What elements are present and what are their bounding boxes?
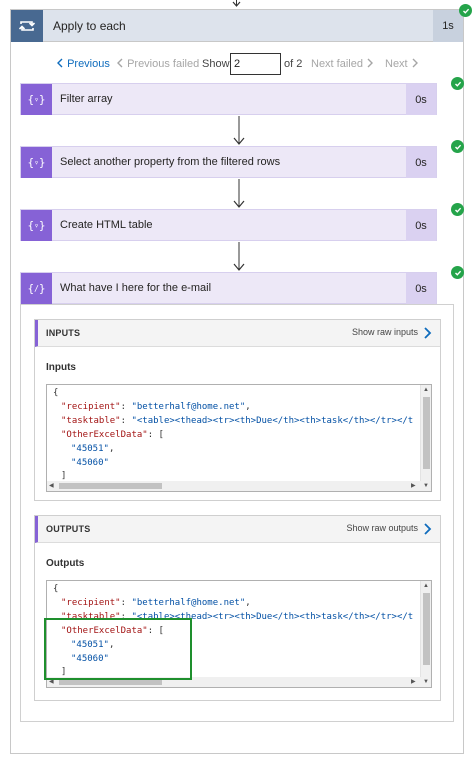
action-title: Filter array [60, 93, 113, 105]
action-duration: 0s [406, 210, 436, 241]
action-title: Create HTML table [60, 219, 153, 231]
action-duration: 0s [406, 147, 436, 178]
highlight-annotation-box [44, 618, 192, 680]
chevron-right-icon [367, 58, 374, 68]
outputs-label: Outputs [46, 558, 85, 569]
chevron-left-icon [57, 58, 63, 68]
action-create-html-table[interactable]: {▿} Create HTML table 0s [20, 209, 437, 241]
outputs-header-label: OUTPUTS [46, 524, 91, 534]
inputs-header: INPUTS Show raw inputs [35, 320, 440, 347]
vertical-scrollbar[interactable]: ▲ ▼ [420, 385, 431, 491]
chevron-left-icon [117, 58, 123, 68]
success-check-icon [451, 140, 464, 153]
apply-to-each-title: Apply to each [53, 19, 126, 33]
horizontal-scrollbar[interactable]: ◀ ▶ [47, 481, 421, 491]
scroll-right-icon[interactable]: ▶ [411, 483, 416, 489]
connector-arrow-icon [233, 242, 245, 271]
loop-icon [11, 10, 43, 42]
inputs-section: INPUTS Show raw inputs Inputs { "recipie… [34, 319, 441, 501]
show-label: Show [202, 58, 230, 70]
chevron-right-icon [412, 58, 418, 68]
chevron-right-icon[interactable] [423, 523, 432, 535]
next-failed-label: Next failed [311, 58, 363, 70]
connector-arrow-icon [233, 116, 245, 145]
previous-label: Previous [67, 58, 110, 70]
success-check-icon [451, 266, 464, 279]
code-line: "OtherExcelData": [ [61, 430, 164, 440]
code-line: "tasktable": "<table><thead><tr><th>Due<… [61, 416, 414, 426]
show-raw-inputs-link[interactable]: Show raw inputs [352, 327, 418, 337]
action-duration: 0s [406, 273, 436, 304]
next-label: Next [385, 58, 408, 70]
outputs-header: OUTPUTS Show raw outputs [35, 516, 440, 543]
code-line: "45051", [71, 444, 115, 454]
action-title: What have I here for the e-mail [60, 282, 212, 294]
action-filter-array[interactable]: {▿} Filter array 0s [20, 83, 437, 115]
table-icon: {▿} [21, 210, 52, 241]
previous-button[interactable]: Previous [56, 58, 110, 70]
connector-arrow-icon [233, 179, 245, 208]
success-check-icon [459, 4, 472, 17]
success-check-icon [451, 203, 464, 216]
action-select-property[interactable]: {▿} Select another property from the fil… [20, 146, 437, 178]
scroll-down-icon[interactable]: ▼ [423, 679, 429, 685]
next-button[interactable]: Next [385, 58, 419, 70]
vertical-scrollbar[interactable]: ▲ ▼ [420, 581, 431, 687]
code-line: { [53, 584, 59, 594]
scroll-down-icon[interactable]: ▼ [423, 483, 429, 489]
scrollbar-thumb[interactable] [59, 483, 162, 489]
scroll-left-icon[interactable]: ◀ [49, 483, 54, 489]
compose-icon: {∕} [21, 273, 52, 304]
previous-failed-label: Previous failed [127, 58, 200, 70]
iteration-pager: Previous Previous failed Show of 2 Next … [11, 53, 463, 77]
chevron-right-icon[interactable] [423, 327, 432, 339]
show-raw-outputs-link[interactable]: Show raw outputs [346, 523, 418, 533]
inputs-code-viewer[interactable]: { "recipient": "betterhalf@home.net", "t… [46, 384, 432, 492]
apply-to-each-duration: 1s [433, 10, 463, 42]
of-total-label: of 2 [284, 58, 303, 70]
apply-to-each-header[interactable]: Apply to each 1s [11, 10, 463, 42]
previous-failed-button[interactable]: Previous failed [116, 58, 199, 70]
action-title: Select another property from the filtere… [60, 156, 281, 168]
scrollbar-thumb[interactable] [423, 397, 430, 469]
select-icon: {▿} [21, 147, 52, 178]
code-line: "recipient": "betterhalf@home.net", [61, 402, 251, 412]
scrollbar-thumb[interactable] [423, 593, 430, 665]
success-check-icon [451, 77, 464, 90]
incoming-arrow-icon [232, 1, 241, 7]
scroll-right-icon[interactable]: ▶ [411, 679, 416, 685]
code-line: "recipient": "betterhalf@home.net", [61, 598, 251, 608]
code-line: ] [61, 471, 67, 481]
iteration-number-input[interactable] [230, 53, 281, 75]
next-failed-button[interactable]: Next failed [311, 58, 374, 70]
scroll-up-icon[interactable]: ▲ [423, 387, 429, 393]
action-duration: 0s [406, 84, 436, 115]
code-line: { [53, 388, 59, 398]
scroll-up-icon[interactable]: ▲ [423, 583, 429, 589]
inputs-header-label: INPUTS [46, 328, 81, 338]
inputs-label: Inputs [46, 362, 76, 373]
action-compose-email[interactable]: {∕} What have I here for the e-mail 0s [20, 272, 437, 304]
code-line: "45060" [71, 458, 109, 468]
filter-icon: {▿} [21, 84, 52, 115]
